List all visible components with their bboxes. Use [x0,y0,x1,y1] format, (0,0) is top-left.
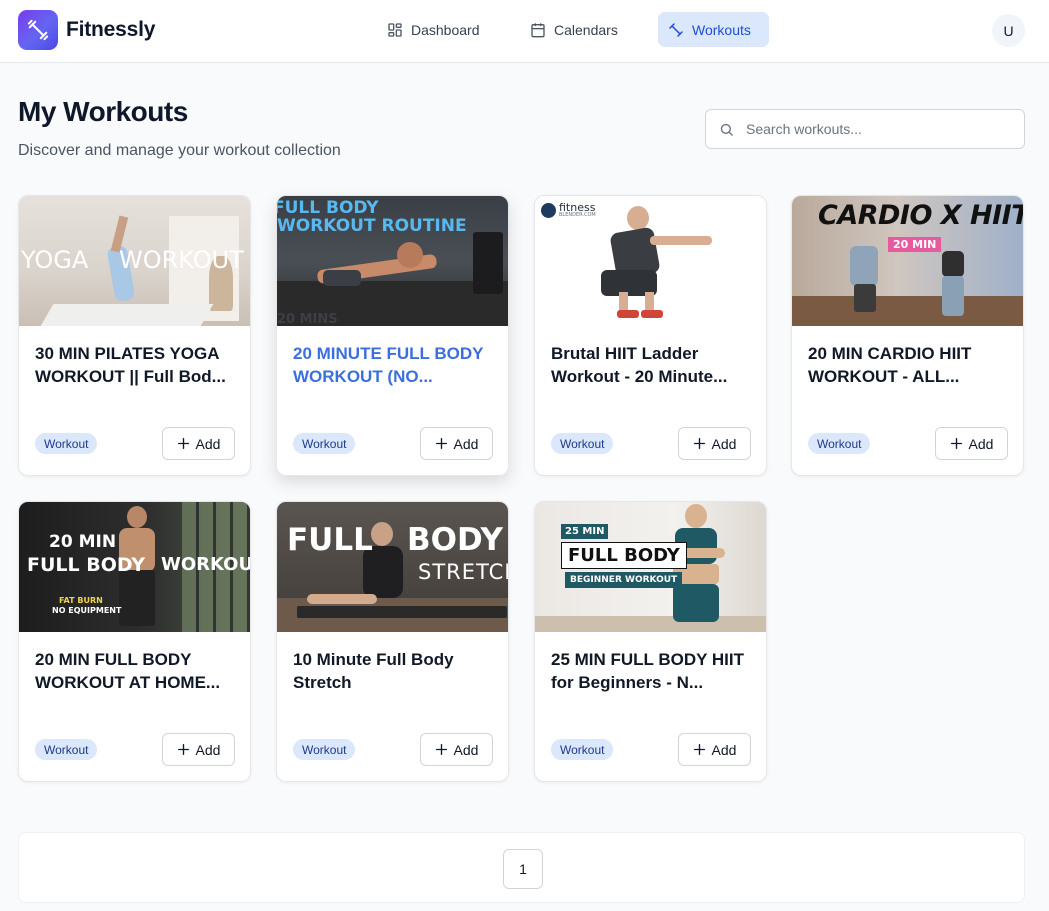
workout-thumbnail[interactable]: FULL BODY WORKOUT ROUTINE 20 MINS [277,196,508,326]
workout-tag-badge: Workout [293,433,356,454]
add-workout-button[interactable]: Add [162,733,235,766]
thumb-overlay-text: WORKOUT [119,246,244,274]
search-box [705,109,1025,149]
thumb-overlay-text: FULL BODY [27,554,146,576]
dumbbell-icon [669,22,683,37]
plus-icon [693,437,705,450]
workout-card[interactable]: FULL BODY STRETCH 10 Minute Full Body St… [276,501,509,782]
thumb-overlay-text: YOGA [21,246,89,274]
workout-thumbnail[interactable]: 20 MIN FULL BODY WORKOUT FAT BURN NO EQU… [19,502,250,632]
thumb-overlay-text: BLENDER.COM [559,212,596,218]
add-workout-button[interactable]: Add [420,427,493,460]
search-icon [720,123,733,136]
workout-title[interactable]: 20 MIN CARDIO HIIT WORKOUT - ALL... [808,342,1013,388]
add-button-label: Add [968,435,994,452]
add-workout-button[interactable]: Add [678,427,751,460]
thumb-overlay-text: FULL BODY [561,542,687,569]
plus-icon [435,743,447,756]
add-workout-button[interactable]: Add [935,427,1008,460]
top-navbar: Fitnessly Dashboard Calendars Workouts U [0,0,1049,63]
workout-thumbnail[interactable]: fitness BLENDER.COM [535,196,766,326]
add-button-label: Add [711,741,737,758]
workout-title[interactable]: 30 MIN PILATES YOGA WORKOUT || Full Bod.… [35,342,240,388]
workout-title[interactable]: 25 MIN FULL BODY HIIT for Beginners - N.… [551,648,756,694]
brand-name[interactable]: Fitnessly [66,18,155,42]
thumb-overlay-text: FULL BODY [277,198,379,218]
pagination-bar: 1 [18,832,1025,903]
workout-tag-badge: Workout [35,739,98,760]
workout-thumbnail[interactable]: 25 MIN FULL BODY BEGINNER WORKOUT [535,502,766,632]
nav-dashboard[interactable]: Dashboard [377,12,490,47]
fitness-blender-logo-icon [541,203,556,218]
thumb-overlay-text: CARDIO X HIIT [818,200,1024,231]
workout-card[interactable]: fitness BLENDER.COM Brutal HIIT Ladder W… [534,195,767,476]
workout-card[interactable]: 25 MIN FULL BODY BEGINNER WORKOUT 25 MIN… [534,501,767,782]
thumb-overlay-text: STRETCH [418,560,508,584]
add-button-label: Add [195,741,221,758]
dashboard-icon [388,22,402,37]
workout-card[interactable]: YOGA WORKOUT 30 MIN PILATES YOGA WORKOUT… [18,195,251,476]
workout-title[interactable]: 20 MIN FULL BODY WORKOUT AT HOME... [35,648,240,694]
add-button-label: Add [711,435,737,452]
thumb-overlay-text: 25 MIN [561,524,609,539]
user-avatar[interactable]: U [992,14,1025,47]
workout-tag-badge: Workout [551,433,614,454]
workout-tag-badge: Workout [808,433,871,454]
thumb-overlay-text: WORKOUT ROUTINE [277,216,467,236]
workout-card[interactable]: FULL BODY WORKOUT ROUTINE 20 MINS 20 MIN… [276,195,509,476]
page-subtitle: Discover and manage your workout collect… [18,142,341,159]
thumb-overlay-text: 20 MINS [277,312,338,326]
page-title: My Workouts [18,96,188,127]
workout-tag-badge: Workout [293,739,356,760]
thumb-overlay-text: FULL [287,522,373,558]
nav-calendars[interactable]: Calendars [520,12,628,47]
plus-icon [435,437,447,450]
plus-icon [693,743,705,756]
thumb-overlay-text: WORKOUT [161,554,250,575]
plus-icon [177,743,189,756]
workout-title[interactable]: 10 Minute Full Body Stretch [293,648,498,694]
nav-workouts[interactable]: Workouts [658,12,769,47]
calendar-icon [531,22,545,37]
nav-workouts-label: Workouts [692,21,751,38]
add-workout-button[interactable]: Add [162,427,235,460]
add-workout-button[interactable]: Add [420,733,493,766]
nav-dashboard-label: Dashboard [411,21,480,38]
plus-icon [950,437,962,450]
nav-calendars-label: Calendars [554,21,618,38]
thumb-overlay-text: BEGINNER WORKOUT [565,572,683,588]
workout-title[interactable]: Brutal HIIT Ladder Workout - 20 Minute..… [551,342,756,388]
thumb-overlay-text: BODY [407,522,503,558]
add-button-label: Add [453,435,479,452]
thumb-overlay-text: 20 MIN [888,237,942,252]
workout-card[interactable]: 20 MIN FULL BODY WORKOUT FAT BURN NO EQU… [18,501,251,782]
thumb-overlay-text: FAT BURN [59,596,103,605]
search-input[interactable] [746,110,1016,148]
thumb-overlay-text: 20 MIN [49,532,117,552]
thumb-overlay-text: NO EQUIPMENT [52,606,122,615]
workout-tag-badge: Workout [35,433,98,454]
add-button-label: Add [195,435,221,452]
workout-title[interactable]: 20 MINUTE FULL BODY WORKOUT (NO... [293,342,498,388]
add-workout-button[interactable]: Add [678,733,751,766]
plus-icon [177,437,189,450]
add-button-label: Add [453,741,479,758]
workout-thumbnail[interactable]: CARDIO X HIIT 20 MIN [792,196,1024,326]
workout-thumbnail[interactable]: FULL BODY STRETCH [277,502,508,632]
page-button-current[interactable]: 1 [503,849,543,889]
dumbbell-logo-icon[interactable] [18,10,58,50]
workout-tag-badge: Workout [551,739,614,760]
workout-thumbnail[interactable]: YOGA WORKOUT [19,196,250,326]
workout-card[interactable]: CARDIO X HIIT 20 MIN 20 MIN CARDIO HIIT … [791,195,1024,476]
